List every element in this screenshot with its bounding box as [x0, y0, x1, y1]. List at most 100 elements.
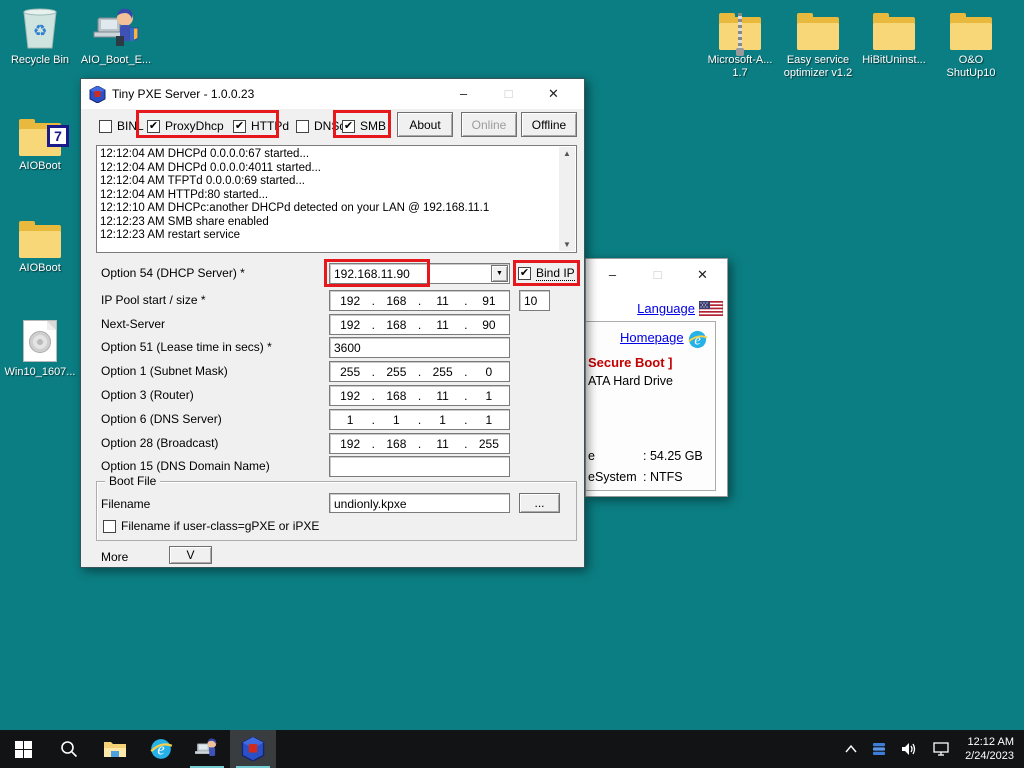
dhcp-server-combobox[interactable]: 192.168.11.90 ▼ [329, 263, 510, 284]
svg-text:e: e [157, 739, 164, 758]
log-line: 12:12:04 AM HTTPd:80 started... [100, 189, 556, 203]
zip-folder-icon [704, 6, 776, 50]
online-button[interactable]: Online [461, 112, 517, 137]
desktop-icon-aioboot-archive[interactable]: 7 AIOBoot [4, 112, 76, 173]
filename-label: Filename [101, 497, 150, 511]
seven-zip-badge: 7 [47, 125, 69, 147]
folder-icon [858, 6, 930, 50]
router-field[interactable]: 192. 168. 11. 1 [329, 385, 510, 406]
scroll-down-icon[interactable]: ▼ [563, 238, 571, 252]
close-icon[interactable]: ✕ [531, 86, 576, 102]
binl-checkbox[interactable] [99, 120, 112, 133]
zipper-icon [738, 13, 742, 50]
folder-icon [935, 6, 1007, 50]
group-label: Boot File [105, 474, 160, 488]
iso-file-icon [4, 318, 76, 362]
checkbox-smb[interactable]: ✔ SMB [342, 119, 386, 133]
volume-icon[interactable] [901, 741, 919, 757]
field-label: Next-Server [101, 317, 165, 331]
combobox-value: 192.168.11.90 [334, 267, 410, 281]
network-icon[interactable] [933, 742, 951, 757]
recycle-bin-icon: ♻ [4, 6, 76, 50]
desktop-icon-easy-service-optimizer[interactable]: Easy serviceoptimizer v1.2 [782, 6, 854, 80]
checkmark-icon: ✔ [235, 120, 244, 132]
aio-boot-person-icon [194, 737, 220, 761]
proxydhcp-checkbox[interactable]: ✔ [147, 120, 160, 133]
taskbar-clock[interactable]: 12:12 AM 2/24/2023 [965, 735, 1014, 763]
filesystem-label-cut: eSystem [588, 470, 637, 484]
log-line: 12:12:04 AM TFPTd 0.0.0.0:69 started... [100, 175, 556, 189]
start-button[interactable] [0, 730, 46, 768]
log-line: 12:12:10 AM DHCPc:another DHCPd detected… [100, 202, 556, 216]
browse-button[interactable]: ... [519, 493, 560, 513]
size-label-cut: e [588, 449, 595, 463]
gpxe-checkbox[interactable] [103, 520, 116, 533]
more-expand-button[interactable]: V [169, 546, 212, 564]
subnet-mask-field[interactable]: 255. 255. 255. 0 [329, 361, 510, 382]
svg-text:e: e [694, 332, 701, 348]
combobox-dropdown-button[interactable]: ▼ [491, 265, 508, 282]
desktop-icon-aioboot-folder[interactable]: AIOBoot [4, 214, 76, 275]
field-label: Option 54 (DHCP Server) * [101, 266, 245, 280]
field-label: Option 51 (Lease time in secs) * [101, 340, 272, 354]
icon-label-line1: Easy service [787, 54, 849, 66]
file-explorer-button[interactable] [92, 730, 138, 768]
internet-explorer-button[interactable]: e [138, 730, 184, 768]
scroll-up-icon[interactable]: ▲ [563, 147, 571, 161]
maximize-icon[interactable]: □ [486, 86, 531, 102]
desktop-icon-hibit-uninstaller[interactable]: HiBitUninst... [858, 6, 930, 67]
dns-server-field[interactable]: 1. 1. 1. 1 [329, 409, 510, 430]
desktop-icon-win10-iso[interactable]: Win10_1607... [4, 318, 76, 379]
next-server-field[interactable]: 192. 168. 11. 90 [329, 314, 510, 335]
icon-label: Win10_1607... [4, 366, 76, 379]
icon-label-line2: ShutUp10 [947, 67, 996, 79]
maximize-icon[interactable]: □ [635, 267, 680, 283]
svg-text:♻: ♻ [33, 23, 47, 40]
tray-chevron-up-icon[interactable] [845, 745, 857, 753]
field-label: Option 28 (Broadcast) [101, 436, 218, 450]
system-tray: 12:12 AM 2/24/2023 [845, 730, 1024, 768]
desktop-icon-microsoft-activation[interactable]: Microsoft-A...1.7 [704, 6, 776, 80]
desktop-icon-oo-shutup10[interactable]: O&OShutUp10 [935, 6, 1007, 80]
tray-app-icon[interactable] [871, 741, 887, 757]
bind-ip-checkbox[interactable]: ✔ [518, 267, 531, 280]
log-line: 12:12:23 AM restart service [100, 229, 556, 243]
aio-titlebar[interactable]: – □ ✕ [586, 259, 727, 291]
window-title: Tiny PXE Server - 1.0.0.23 [112, 87, 254, 101]
dnsd-checkbox[interactable] [296, 120, 309, 133]
desktop-icon-aio-boot-extractor[interactable]: AIO_Boot_E... [80, 6, 152, 67]
desktop-icon-recycle-bin[interactable]: ♻ Recycle Bin [4, 6, 76, 67]
log-scrollbar[interactable]: ▲ ▼ [559, 147, 575, 251]
tiny-pxe-taskbar-button[interactable] [230, 730, 276, 768]
aio-boot-taskbar-button[interactable] [184, 730, 230, 768]
log-output[interactable]: 12:12:04 AM DHCPd 0.0.0.0:67 started... … [96, 145, 577, 253]
field-label: IP Pool start / size * [101, 293, 206, 307]
dns-domain-field[interactable] [329, 456, 510, 477]
broadcast-field[interactable]: 192. 168. 11. 255 [329, 433, 510, 454]
close-icon[interactable]: ✕ [680, 267, 725, 283]
folder-icon [4, 214, 76, 258]
bind-ip-option[interactable]: ✔ Bind IP [518, 266, 575, 281]
gpxe-filename-option[interactable]: Filename if user-class=gPXE or iPXE [103, 519, 319, 533]
minimize-icon[interactable]: – [441, 86, 486, 102]
about-button[interactable]: About [397, 112, 453, 137]
homepage-link[interactable]: Homepage [620, 330, 684, 345]
clock-date: 2/24/2023 [965, 749, 1014, 763]
filename-field[interactable]: undionly.kpxe [329, 493, 510, 513]
offline-button[interactable]: Offline [521, 112, 577, 137]
search-button[interactable] [46, 730, 92, 768]
ip-pool-size-field[interactable]: 10 [519, 290, 550, 311]
checkbox-proxydhcp[interactable]: ✔ ProxyDhcp [147, 119, 224, 133]
smb-checkbox[interactable]: ✔ [342, 120, 355, 133]
lease-time-field[interactable]: 3600 [329, 337, 510, 358]
pxe-titlebar[interactable]: Tiny PXE Server - 1.0.0.23 – □ ✕ [81, 79, 584, 109]
ip-pool-start-field[interactable]: 192. 168. 11. 91 [329, 290, 510, 311]
checkbox-binl[interactable]: BINL [99, 119, 144, 133]
checkbox-dnsd[interactable]: DNSd [296, 119, 346, 133]
language-link[interactable]: Language [637, 301, 695, 316]
search-icon [59, 739, 79, 759]
checkbox-httpd[interactable]: ✔ HTTPd [233, 119, 289, 133]
httpd-checkbox[interactable]: ✔ [233, 120, 246, 133]
log-line: 12:12:04 AM DHCPd 0.0.0.0:4011 started..… [100, 162, 556, 176]
minimize-icon[interactable]: – [590, 267, 635, 283]
